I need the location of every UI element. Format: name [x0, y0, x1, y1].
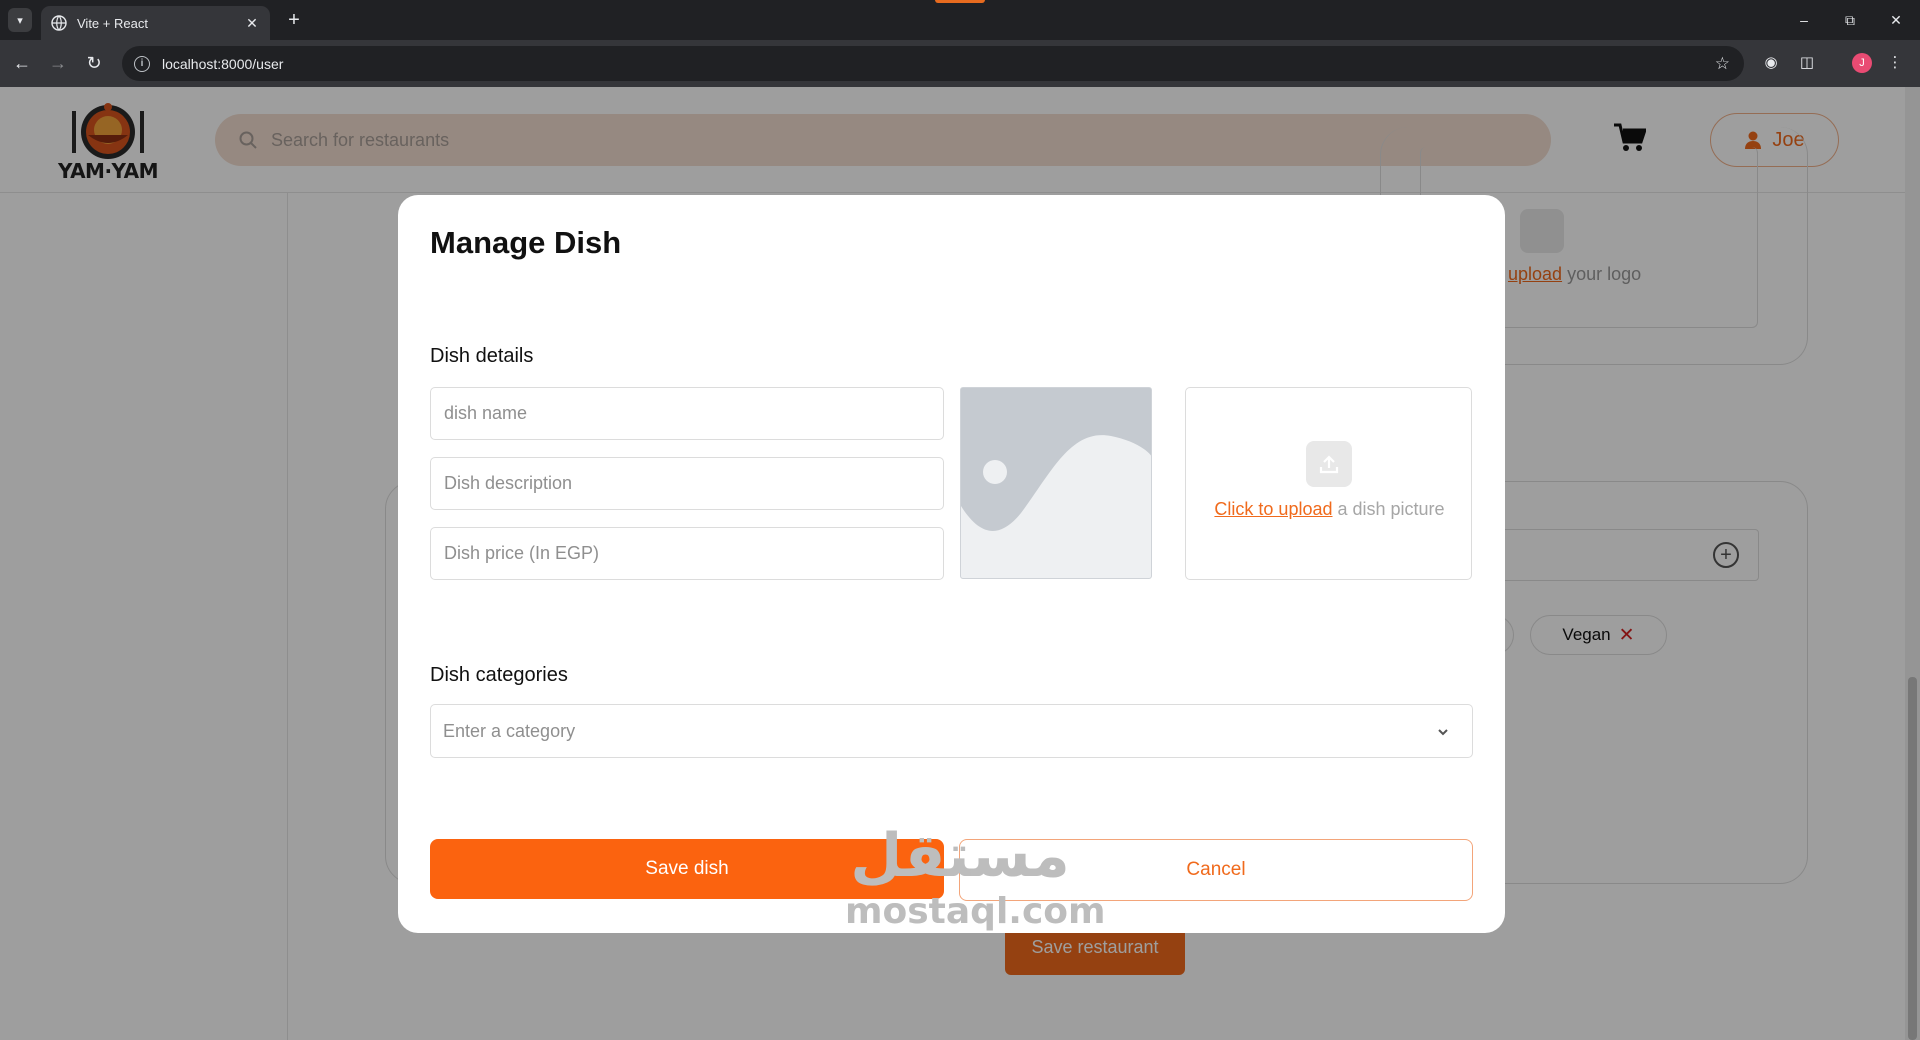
puzzle-extensions-icon[interactable]: ◫ [1796, 52, 1818, 74]
url-text: localhost:8000/user [162, 55, 284, 72]
chevron-down-icon [1438, 729, 1448, 736]
back-arrow-icon[interactable]: ← [10, 51, 34, 75]
profile-avatar[interactable]: J [1852, 53, 1872, 73]
chevron-down-icon: ▾ [17, 14, 23, 27]
dish-description-placeholder: Dish description [444, 473, 573, 493]
mostaql-watermark: مستقل mostaql.com [845, 820, 1106, 932]
click-to-upload-link[interactable]: Click to upload [1214, 499, 1332, 519]
tab-search-button[interactable]: ▾ [8, 8, 32, 32]
dish-image-preview [960, 387, 1152, 579]
restore-icon[interactable]: ⧉ [1828, 8, 1872, 32]
dish-upload-text: Click to upload a dish picture [1186, 499, 1473, 520]
forward-arrow-icon[interactable]: → [46, 51, 70, 75]
dish-categories-label: Dish categories [430, 664, 568, 686]
dish-picture-dropzone[interactable]: Click to upload a dish picture [1185, 387, 1472, 580]
category-placeholder: Enter a category [443, 720, 576, 741]
tab-close-icon[interactable]: ✕ [244, 15, 260, 31]
dish-name-placeholder: dish name [444, 403, 528, 423]
dish-upload-rest: a dish picture [1332, 499, 1445, 519]
dish-price-input[interactable]: Dish price (In EGP) [430, 527, 944, 580]
category-select[interactable]: Enter a category [430, 704, 1473, 758]
url-bar[interactable]: i localhost:8000/user ☆ [122, 46, 1744, 81]
extension-g-icon[interactable]: ◉ [1760, 52, 1782, 74]
browser-tab[interactable]: Vite + React ✕ [41, 6, 270, 40]
site-info-icon[interactable]: i [134, 55, 150, 72]
upload-icon-wrapper [1306, 441, 1352, 487]
recording-indicator [935, 0, 985, 3]
watermark-english: mostaql.com [845, 891, 1106, 932]
dish-price-placeholder: Dish price (In EGP) [444, 543, 600, 563]
kebab-menu-icon[interactable]: ⋮ [1884, 52, 1906, 74]
dish-name-input[interactable]: dish name [430, 387, 944, 440]
upload-icon [1319, 455, 1339, 474]
image-placeholder-icon [961, 388, 1151, 578]
browser-tab-bar: ▾ Vite + React ✕ + – ⧉ ✕ [0, 0, 1920, 40]
minimize-icon[interactable]: – [1782, 8, 1826, 32]
dish-description-input[interactable]: Dish description [430, 457, 944, 510]
bookmark-star-icon[interactable]: ☆ [1715, 54, 1730, 74]
watermark-arabic: مستقل [850, 821, 1070, 891]
modal-title: Manage Dish [430, 225, 622, 260]
globe-icon [51, 15, 67, 31]
new-tab-button[interactable]: + [283, 9, 305, 31]
window-close-icon[interactable]: ✕ [1874, 8, 1918, 32]
dish-details-label: Dish details [430, 345, 534, 367]
reload-icon[interactable]: ↻ [82, 51, 106, 75]
tab-title: Vite + React [77, 15, 148, 31]
